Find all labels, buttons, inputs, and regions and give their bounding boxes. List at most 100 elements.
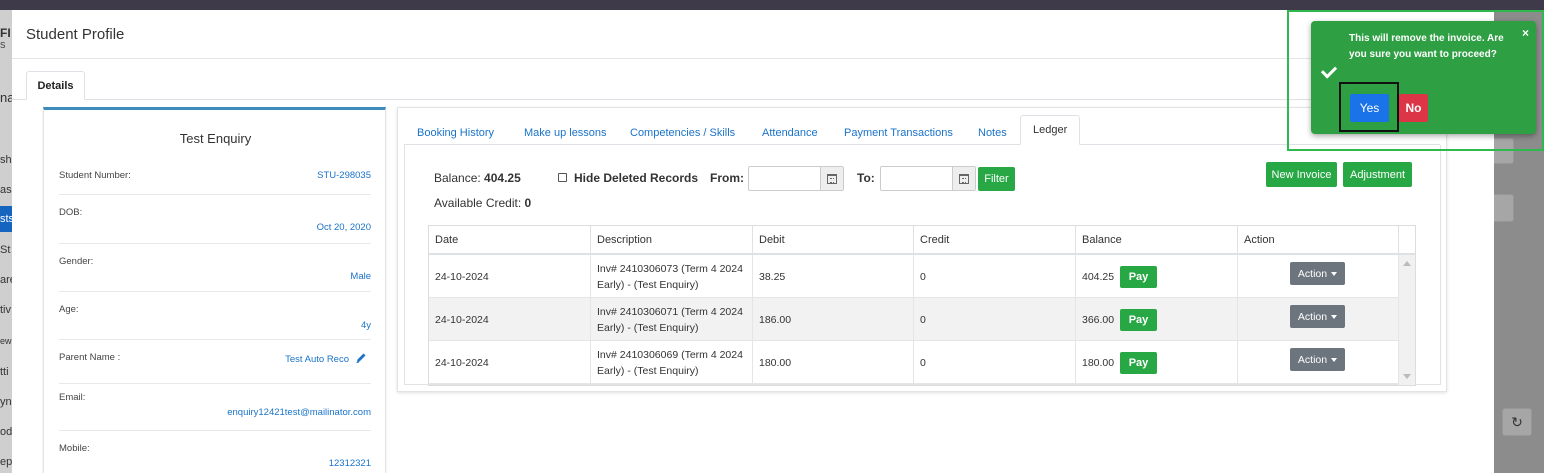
profile-value: Oct 20, 2020 (316, 222, 371, 233)
toast-message: This will remove the invoice. Are you su… (1349, 33, 1504, 60)
scroll-down-icon[interactable] (1403, 374, 1411, 379)
caret-down-icon (1331, 271, 1338, 276)
modal-title: Student Profile (26, 25, 125, 43)
balance-amount: 180.00 (1082, 356, 1115, 369)
tab-attendance[interactable]: Attendance (762, 127, 818, 139)
to-date-input[interactable] (880, 166, 976, 191)
profile-row-dob: DOB: Oct 20, 2020 (59, 195, 371, 244)
tab-details[interactable]: Details (26, 71, 85, 100)
profile-label: Parent Name : (59, 352, 121, 363)
description-line: Inv# 2410306069 (Term 4 2024 (597, 348, 743, 361)
student-name: Test Enquiry (179, 131, 252, 146)
filter-button[interactable]: Filter (978, 167, 1015, 191)
pay-button[interactable]: Pay (1120, 266, 1157, 288)
column-header-balance: Balance (1076, 226, 1238, 253)
table-scrollbar[interactable] (1399, 255, 1415, 385)
caret-down-icon (1331, 357, 1338, 362)
tab-ledger[interactable]: Ledger (1020, 115, 1081, 145)
available-credit: Available Credit: 0 (434, 196, 531, 210)
student-profile-modal: Student Profile Details Test Enquiry Stu… (12, 10, 1494, 473)
pay-button[interactable]: Pay (1120, 352, 1157, 374)
profile-row-mobile: Mobile: 12312321 (59, 431, 371, 473)
cell-credit: 0 (914, 341, 1076, 384)
parent-name-link[interactable]: Test Auto Reco (285, 354, 349, 365)
profile-row-gender: Gender: Male (59, 244, 371, 292)
adjustment-button[interactable]: Adjustment (1343, 162, 1412, 187)
new-invoice-button[interactable]: New Invoice (1266, 162, 1337, 187)
column-header-date: Date (429, 226, 591, 253)
profile-row-parent: Parent Name : Test Auto Reco (59, 340, 371, 384)
balance-amount: 404.25 (1082, 270, 1115, 283)
balance-amount: 366.00 (1082, 313, 1115, 326)
bg-text: ass (0, 184, 12, 196)
cell-date: 24-10-2024 (429, 298, 591, 341)
column-header-debit: Debit (753, 226, 914, 253)
action-label: Action (1297, 353, 1328, 366)
profile-value: enquiry12421test@mailinator.com (227, 407, 371, 418)
cell-credit: 0 (914, 298, 1076, 341)
cell-debit: 186.00 (753, 298, 914, 341)
cell-credit: 0 (914, 255, 1076, 298)
confirm-toast: × This will remove the invoice. Are you … (1311, 21, 1536, 134)
pencil-icon[interactable] (355, 352, 367, 364)
cell-action: Action (1238, 341, 1399, 384)
credit-value: 0 (524, 196, 532, 210)
pay-button[interactable]: Pay (1120, 309, 1157, 331)
table-row: 24-10-2024 Inv# 2410306071 (Term 4 2024 … (429, 298, 1399, 341)
action-dropdown-button[interactable]: Action (1290, 305, 1345, 328)
tab-notes[interactable]: Notes (978, 127, 1007, 139)
description-line: Inv# 2410306071 (Term 4 2024 (597, 305, 743, 318)
tab-payment-transactions[interactable]: Payment Transactions (844, 127, 953, 139)
from-label: From: (710, 171, 744, 185)
table-row: 24-10-2024 Inv# 2410306069 (Term 4 2024 … (429, 341, 1399, 384)
calendar-icon[interactable] (820, 167, 843, 190)
no-button[interactable]: No (1399, 94, 1428, 122)
tab-booking-history[interactable]: Booking History (417, 127, 494, 139)
cell-action: Action (1238, 255, 1399, 298)
caret-down-icon (1331, 314, 1338, 319)
refresh-icon: ↻ (1502, 408, 1532, 436)
column-header-action: Action (1238, 226, 1399, 253)
cell-date: 24-10-2024 (429, 341, 591, 384)
profile-value: 12312321 (328, 458, 371, 469)
column-header-description: Description (591, 226, 753, 253)
background-sidebar: FI S na sh ass sts St are tiv ew tti yn … (0, 10, 12, 473)
bg-text: epo (0, 456, 12, 468)
column-header-credit: Credit (914, 226, 1076, 253)
cell-debit: 38.25 (753, 255, 914, 298)
profile-card: Test Enquiry Student Number: STU-298035 … (43, 107, 386, 473)
scroll-up-icon[interactable] (1403, 261, 1411, 266)
yes-button[interactable]: Yes (1350, 94, 1389, 122)
bg-text: ew (0, 336, 12, 346)
description-line: Early) - (Test Enquiry) (597, 364, 699, 377)
profile-row-student-number: Student Number: STU-298035 (59, 156, 371, 195)
profile-label: Student Number: (59, 170, 131, 181)
profile-label: Age: (59, 304, 79, 315)
tab-competencies-skills[interactable]: Competencies / Skills (630, 127, 735, 139)
from-date-input[interactable] (748, 166, 844, 191)
profile-row-email: Email: enquiry12421test@mailinator.com (59, 384, 371, 431)
bg-text: tti (0, 366, 9, 378)
check-icon (1320, 62, 1338, 79)
app-top-bar (0, 0, 1544, 10)
bg-text: od (0, 426, 12, 438)
bg-text: sts (0, 206, 12, 232)
hide-deleted-checkbox[interactable] (558, 173, 567, 182)
action-dropdown-button[interactable]: Action (1290, 348, 1345, 371)
profile-label: Gender: (59, 256, 94, 267)
balance-label: Balance: (434, 171, 481, 185)
calendar-icon[interactable] (952, 167, 975, 190)
cell-description: Inv# 2410306071 (Term 4 2024 Early) - (T… (591, 298, 753, 341)
bg-text: are (0, 274, 12, 286)
table-header: Date Description Debit Credit Balance Ac… (429, 226, 1415, 255)
action-dropdown-button[interactable]: Action (1290, 262, 1345, 285)
tab-make-up-lessons[interactable]: Make up lessons (524, 127, 607, 139)
close-icon[interactable]: × (1522, 26, 1529, 40)
bg-text: tiv (0, 304, 11, 316)
ledger-table: Date Description Debit Credit Balance Ac… (428, 225, 1416, 386)
profile-value: Male (350, 271, 371, 282)
description-line: Inv# 2410306073 (Term 4 2024 (597, 262, 743, 275)
profile-label: Mobile: (59, 443, 90, 454)
cell-date: 24-10-2024 (429, 255, 591, 298)
profile-row-age: Age: 4y (59, 292, 371, 340)
